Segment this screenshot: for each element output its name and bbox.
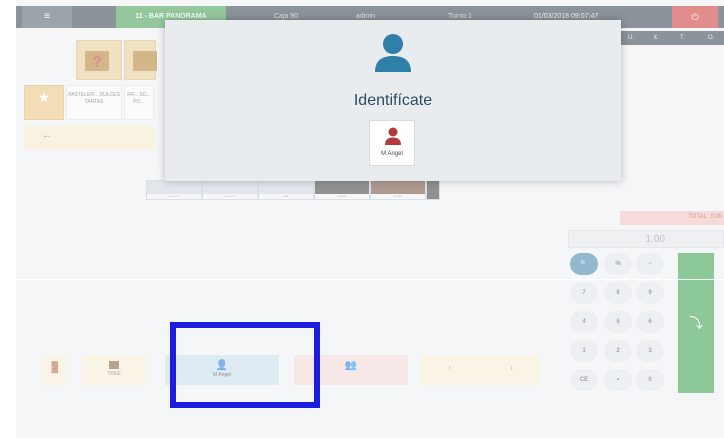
identify-dialog: Identifícate M Angel	[165, 20, 621, 181]
user-icon	[375, 34, 411, 72]
dialog-title: Identifícate	[353, 92, 433, 109]
user-name-label: M Angel	[381, 151, 403, 157]
highlight-box	[170, 322, 320, 408]
user-select-button[interactable]: M Angel	[369, 120, 415, 166]
pos-app: ≡ 11 - BAR PANORAMA Caja 90 admin Turno …	[16, 0, 724, 438]
user-icon	[385, 127, 401, 145]
